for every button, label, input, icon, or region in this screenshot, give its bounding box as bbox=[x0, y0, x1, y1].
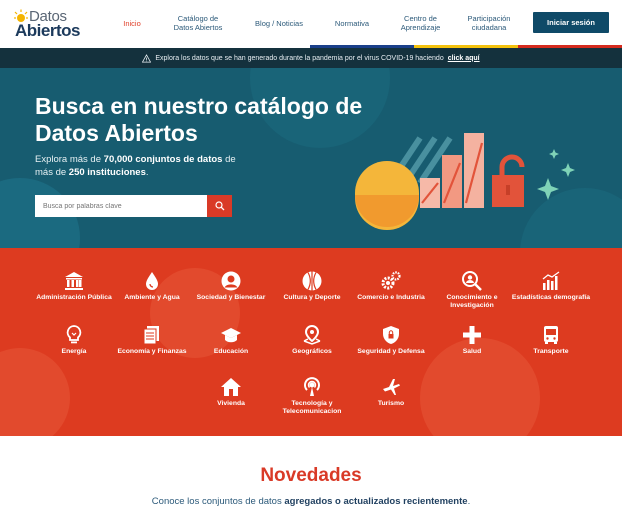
hero-desc-count: 70,000 conjuntos de datos bbox=[103, 154, 223, 165]
building-icon bbox=[65, 272, 83, 290]
nav-catalogo[interactable]: Catálogo de Datos Abiertos bbox=[168, 0, 228, 46]
category-educacion[interactable]: Educación bbox=[191, 324, 271, 356]
category-label: Vivienda bbox=[217, 400, 245, 407]
category-administracion-publica[interactable]: Administración Pública bbox=[34, 270, 114, 302]
nav-participacion[interactable]: Participación ciudadana bbox=[460, 0, 518, 46]
site-header: Datos Abiertos Inicio Catálogo de Datos … bbox=[0, 0, 622, 48]
category-label: Administración Pública bbox=[36, 294, 112, 301]
nav-normativa[interactable]: Normativa bbox=[328, 0, 376, 46]
search-input[interactable] bbox=[35, 195, 207, 217]
category-label: Conocimiento e Investigación bbox=[446, 294, 498, 309]
category-label: Cultura y Deporte bbox=[283, 294, 341, 301]
category-label: Ambiente y Agua bbox=[124, 294, 180, 301]
novedades-sub-bold: agregados o actualizados recientemente bbox=[284, 496, 468, 507]
nav-blog[interactable]: Blog / Noticias bbox=[248, 0, 310, 46]
hero-illustration bbox=[355, 133, 575, 230]
graduation-cap-icon bbox=[221, 328, 241, 343]
shield-icon bbox=[383, 326, 399, 344]
category-label: Transporte bbox=[533, 348, 569, 355]
hero-section: Busca en nuestro catálogo de Datos Abier… bbox=[0, 68, 622, 248]
category-seguridad-defensa[interactable]: Seguridad y Defensa bbox=[351, 324, 431, 356]
category-salud[interactable]: Salud bbox=[432, 324, 512, 356]
documents-icon bbox=[143, 326, 159, 345]
logo-text-abiertos: Abiertos bbox=[15, 21, 80, 40]
airplane-icon bbox=[383, 379, 400, 395]
hero-description: Explora más de 70,000 conjuntos de datos… bbox=[35, 153, 255, 179]
category-comercio-industria[interactable]: Comercio e Industria bbox=[351, 270, 431, 302]
water-drop-icon bbox=[146, 272, 158, 290]
warning-icon bbox=[142, 53, 152, 63]
cats-bg-shape bbox=[0, 348, 70, 436]
category-vivienda[interactable]: Vivienda bbox=[191, 376, 271, 408]
lightbulb-icon bbox=[66, 325, 82, 344]
categories-section: Administración Pública Ambiente y Agua S… bbox=[0, 248, 622, 436]
person-icon bbox=[221, 271, 241, 291]
health-cross-icon bbox=[463, 326, 481, 344]
novedades-title: Novedades bbox=[260, 465, 362, 486]
category-conocimiento-investigacion[interactable]: Conocimiento e Investigación bbox=[432, 270, 512, 310]
category-label: Economía y Finanzas bbox=[117, 348, 187, 355]
novedades-subtitle: Conoce los conjuntos de datos agregados … bbox=[0, 496, 622, 507]
nav-centro-aprendizaje[interactable]: Centro de Aprendizaje bbox=[393, 0, 448, 46]
category-energia[interactable]: Energía bbox=[34, 324, 114, 356]
category-transporte[interactable]: Transporte bbox=[511, 324, 591, 356]
ball-icon bbox=[302, 271, 322, 291]
search-icon bbox=[214, 201, 224, 211]
category-tecnologia-telecomunicacion[interactable]: Tecnología y Telecomunicacion bbox=[272, 376, 352, 416]
alert-link[interactable]: click aquí bbox=[448, 55, 480, 62]
login-button[interactable]: Iniciar sesión bbox=[533, 12, 609, 33]
category-label: Educación bbox=[213, 348, 249, 355]
category-ambiente-agua[interactable]: Ambiente y Agua bbox=[112, 270, 192, 302]
category-economia-finanzas[interactable]: Economía y Finanzas bbox=[112, 324, 192, 356]
hero-title: Busca en nuestro catálogo de Datos Abier… bbox=[35, 93, 363, 146]
covid-alert-bar: Explora los datos que se han generado du… bbox=[0, 48, 622, 68]
category-sociedad-bienestar[interactable]: Sociedad y Bienestar bbox=[191, 270, 271, 302]
nav-inicio[interactable]: Inicio bbox=[112, 0, 152, 46]
novedades-sub-text: Conoce los conjuntos de datos bbox=[151, 496, 285, 507]
novedades-sub-text: . bbox=[467, 496, 471, 507]
bus-icon bbox=[544, 326, 558, 344]
category-label: Seguridad y Defensa bbox=[357, 348, 425, 355]
category-label: Sociedad y Bienestar bbox=[196, 294, 266, 301]
site-logo[interactable]: Datos Abiertos bbox=[12, 7, 82, 40]
category-label: Energía bbox=[61, 348, 87, 355]
map-pin-icon bbox=[303, 324, 321, 345]
category-label: Geográficos bbox=[292, 348, 332, 355]
search-button[interactable] bbox=[207, 195, 232, 217]
hero-desc-text: . bbox=[145, 167, 149, 178]
alert-text: Explora los datos que se han generado du… bbox=[155, 54, 444, 62]
category-cultura-deporte[interactable]: Cultura y Deporte bbox=[272, 270, 352, 302]
category-label: Estadísticas demografía bbox=[511, 294, 591, 301]
bar-chart-icon bbox=[542, 271, 560, 290]
hero-desc-text: Explora más de bbox=[35, 154, 104, 165]
hero-desc-institutions: 250 instituciones bbox=[68, 167, 146, 178]
search-bar bbox=[35, 195, 232, 217]
house-icon bbox=[221, 378, 241, 396]
antenna-icon bbox=[304, 377, 320, 396]
magnifier-person-icon bbox=[462, 271, 482, 291]
category-label: Salud bbox=[462, 348, 482, 355]
category-estadisticas-demografia[interactable]: Estadísticas demografía bbox=[511, 270, 591, 302]
category-label: Tecnología y Telecomunicacion bbox=[282, 400, 342, 415]
category-label: Comercio e Industria bbox=[357, 294, 425, 301]
category-geograficos[interactable]: Geográficos bbox=[272, 324, 352, 356]
category-label: Turismo bbox=[377, 400, 405, 407]
gears-icon bbox=[381, 271, 401, 290]
category-turismo[interactable]: Turismo bbox=[351, 376, 431, 408]
